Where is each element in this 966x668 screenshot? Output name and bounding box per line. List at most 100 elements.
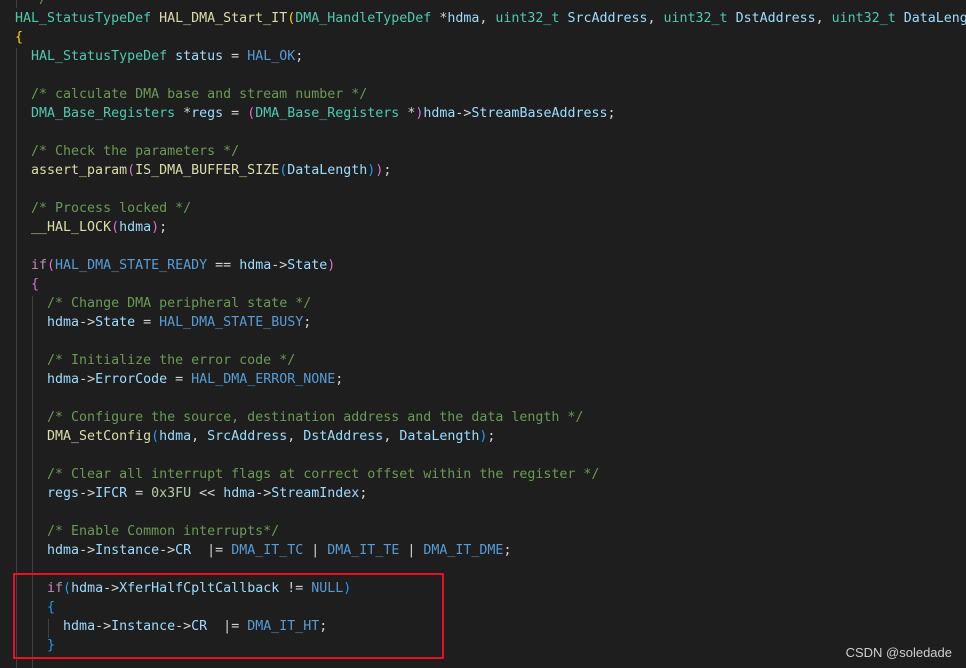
code-line[interactable]: HAL_StatusTypeDef status = HAL_OK; [15,47,303,66]
code-line[interactable]: __HAL_LOCK(hdma); [15,218,167,237]
code-token: HAL_StatusTypeDef [15,11,152,26]
code-token: uint32_t [663,11,728,26]
code-token: IS_DMA_BUFFER_SIZE [135,163,280,178]
code-token: hdma [47,372,80,387]
code-line[interactable]: /* Configure the source, destination add… [15,408,583,427]
code-token: Instance [95,543,160,558]
code-token: ; [487,429,496,444]
code-token: -> [79,315,96,330]
code-line[interactable]: HAL_StatusTypeDef HAL_DMA_Start_IT(DMA_H… [15,9,966,28]
code-line[interactable]: /* Initialize the error code */ [15,351,295,370]
code-token: NULL [311,581,344,596]
code-token: , [383,429,400,444]
code-token: = [223,106,248,121]
code-token: = [167,372,192,387]
code-line[interactable]: if(HAL_DMA_STATE_READY == hdma->State) [15,256,335,275]
code-token: -> [175,619,192,634]
code-line[interactable]: /* Change DMA peripheral state */ [15,294,311,313]
code-line[interactable]: { [15,598,55,617]
code-line[interactable]: assert_param(IS_DMA_BUFFER_SIZE(DataLeng… [15,161,391,180]
code-token: status [175,49,224,64]
code-token: -> [271,258,288,273]
code-token: HAL_OK [247,49,296,64]
code-line[interactable]: { [15,28,23,47]
code-line[interactable]: /* calculate DMA base and stream number … [15,85,367,104]
code-line[interactable]: /* Process locked */ [15,199,191,218]
code-token: hdma [447,11,480,26]
code-token: DMA_SetConfig [47,429,152,444]
code-token: DMA_Base_Registers [255,106,400,121]
code-token: StreamIndex [271,486,360,501]
code-token: , [287,429,304,444]
code-line[interactable]: } [15,636,55,655]
code-line[interactable]: /* Check the parameters */ [15,142,239,161]
code-token: ; [503,543,512,558]
code-token: HAL_StatusTypeDef [31,49,168,64]
code-token: , [815,11,832,26]
code-token: ( [63,581,72,596]
code-line[interactable]: hdma->State = HAL_DMA_STATE_BUSY; [15,313,311,332]
code-token: = [135,315,160,330]
code-token: ErrorCode [95,372,168,387]
code-token: | [303,543,328,558]
code-line[interactable]: regs->IFCR = 0x3FU << hdma->StreamIndex; [15,484,367,503]
code-token: -> [79,372,96,387]
code-editor[interactable]: */HAL_StatusTypeDef HAL_DMA_Start_IT(DMA… [0,0,966,668]
code-line[interactable]: DMA_SetConfig(hdma, SrcAddress, DstAddre… [15,427,495,446]
code-line[interactable]: /* Clear all interrupt flags at correct … [15,465,599,484]
code-token: -> [79,486,96,501]
code-token: ) [327,258,336,273]
code-line[interactable]: hdma->Instance->CR |= DMA_IT_HT; [15,617,327,636]
code-line[interactable]: hdma->Instance->CR |= DMA_IT_TC | DMA_IT… [15,541,511,560]
code-token: assert_param [31,163,128,178]
code-token: hdma [239,258,272,273]
code-token: DataLength [399,429,480,444]
code-token: ; [359,486,368,501]
code-token: /* Configure the source, destination add… [47,410,584,425]
code-token: { [15,30,24,45]
code-line[interactable]: DMA_Base_Registers *regs = (DMA_Base_Reg… [15,104,616,123]
code-token: { [31,277,40,292]
code-line[interactable]: { [15,275,39,294]
code-token: != [279,581,312,596]
code-token: HAL_DMA_STATE_BUSY [159,315,304,330]
code-token: ; [295,49,304,64]
code-token: regs [191,106,224,121]
code-line[interactable]: /* Enable Common interrupts*/ [15,522,279,541]
code-token: ; [607,106,616,121]
code-token: if [31,258,48,273]
code-token: DMA_Base_Registers [31,106,176,121]
code-token: ) [343,581,352,596]
code-token: == [207,258,240,273]
code-token: hdma [159,429,192,444]
code-token: /* Enable Common interrupts*/ [47,524,280,539]
code-token: = [127,486,152,501]
code-line[interactable]: */ [15,0,47,9]
code-token: hdma [71,581,104,596]
code-line[interactable]: hdma->ErrorCode = HAL_DMA_ERROR_NONE; [15,370,343,389]
code-token: } [47,638,56,653]
code-token: = [223,49,248,64]
code-token: DMA_IT_TC [231,543,304,558]
code-token: hdma [423,106,456,121]
code-token: -> [455,106,472,121]
code-token: , [647,11,664,26]
code-token: ( [111,220,120,235]
code-line[interactable]: if(hdma->XferHalfCpltCallback != NULL) [15,579,351,598]
code-token: ( [151,429,160,444]
code-token: hdma [63,619,96,634]
